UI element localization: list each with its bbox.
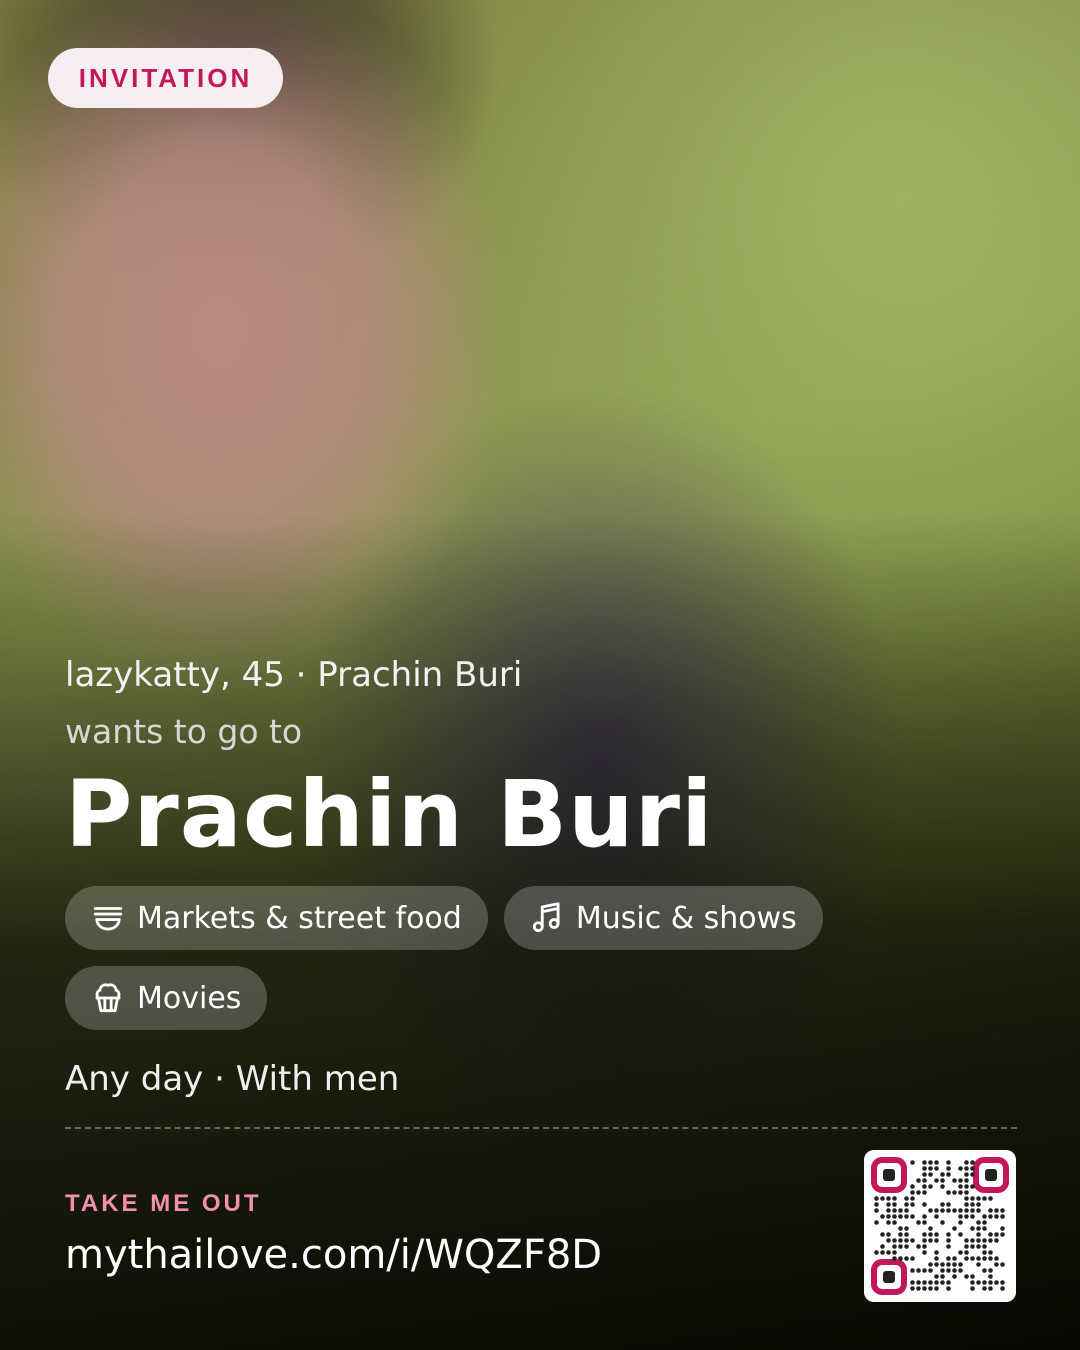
invitation-card: INVITATION lazykatty, 45 · Prachin Buri … (0, 0, 1080, 1350)
profile-line: lazykatty, 45 · Prachin Buri (65, 655, 523, 695)
invite-link[interactable]: mythailove.com/i/WQZF8D (65, 1232, 602, 1278)
cta-label: TAKE ME OUT (65, 1190, 262, 1217)
invitation-badge: INVITATION (48, 48, 283, 108)
dashed-divider (65, 1127, 1017, 1129)
invitation-content: lazykatty, 45 · Prachin Buri wants to go… (65, 652, 1025, 1102)
interest-tags: Markets & street food Music & shows Movi… (65, 886, 865, 1030)
interest-tag-markets: Markets & street food (65, 886, 488, 950)
cta-block: TAKE ME OUT mythailove.com/i/WQZF8D (65, 1190, 602, 1278)
interest-tag-movies: Movies (65, 966, 268, 1030)
availability-details: Any day · With men (65, 1059, 400, 1099)
interest-tag-label: Movies (137, 980, 242, 1016)
qr-code[interactable] (864, 1150, 1016, 1302)
music-note-icon (532, 902, 560, 933)
interest-tag-label: Music & shows (575, 900, 797, 936)
popcorn-icon (95, 983, 121, 1013)
interest-tag-music: Music & shows (503, 886, 823, 950)
interest-tag-label: Markets & street food (137, 900, 462, 936)
bowl-icon (93, 907, 123, 931)
destination-title: Prachin Buri (65, 761, 714, 868)
wants-to-go-label: wants to go to (65, 712, 303, 751)
